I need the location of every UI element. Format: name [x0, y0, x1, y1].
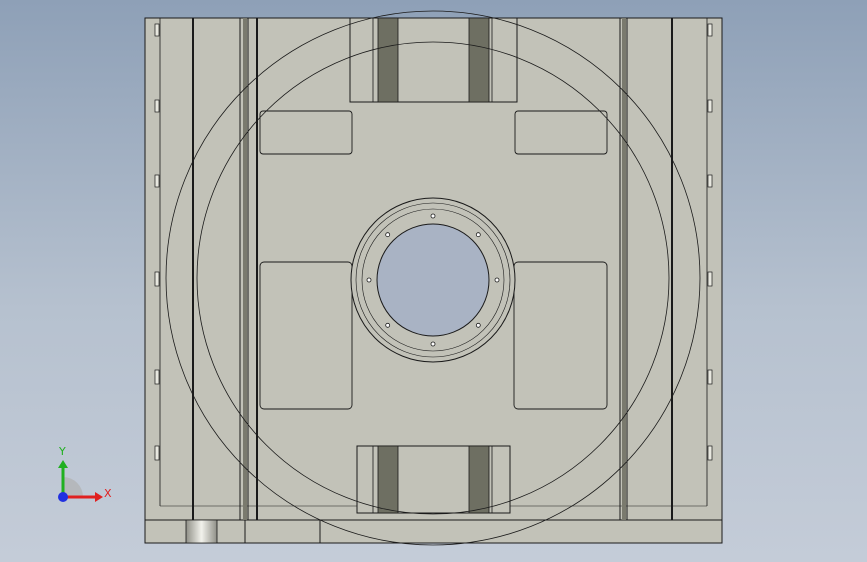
bolt-hole — [475, 232, 481, 238]
bolt-hole — [385, 232, 391, 238]
bottom-clamp[interactable] — [356, 445, 511, 514]
bolt-hole — [430, 341, 436, 347]
y-axis-label: Y — [58, 445, 66, 458]
cad-viewport[interactable]: X Y — [0, 0, 867, 562]
coordinate-triad-icon: X Y — [58, 445, 112, 502]
bolt-hole — [366, 277, 372, 283]
top-clamp[interactable] — [349, 17, 518, 103]
bolt-hole — [430, 213, 436, 219]
bolt-hole — [494, 277, 500, 283]
bolt-hole — [475, 322, 481, 328]
bolt-hole — [385, 322, 391, 328]
x-axis-label: X — [104, 487, 112, 500]
cylinder-rod[interactable] — [185, 519, 218, 544]
center-flange[interactable] — [350, 197, 516, 363]
